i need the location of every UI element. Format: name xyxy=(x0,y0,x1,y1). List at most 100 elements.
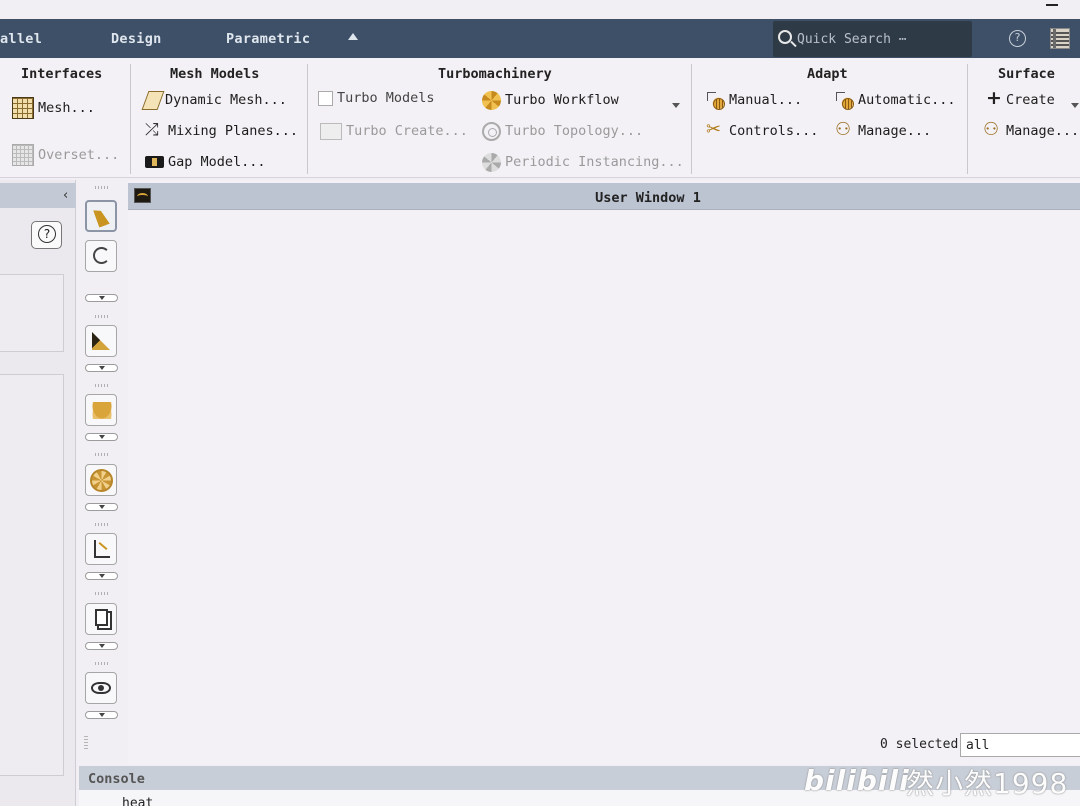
turbo-models-label: Turbo Models xyxy=(337,90,435,106)
dynamic-mesh-button[interactable]: Dynamic Mesh... xyxy=(141,89,287,111)
interfaces-mesh-button[interactable]: Mesh... xyxy=(12,97,95,119)
minimize-button[interactable] xyxy=(1046,4,1058,6)
mixing-planes-icon xyxy=(145,120,164,141)
interfaces-mesh-label: Mesh... xyxy=(38,100,95,116)
overset-button[interactable]: Overset... xyxy=(12,144,119,166)
overset-label: Overset... xyxy=(38,147,120,163)
turbo-topology-label: Turbo Topology... xyxy=(505,123,644,139)
adapt-manage-button[interactable]: Manage... xyxy=(835,119,932,142)
toolbar-grip[interactable] xyxy=(95,186,109,189)
ribbon-separator xyxy=(967,64,968,174)
adapt-automatic-button[interactable]: Automatic... xyxy=(835,89,956,111)
toolbar-expand-button[interactable] xyxy=(85,572,118,580)
rotate-tool-button[interactable] xyxy=(85,240,117,272)
graphics-window-title: User Window 1 xyxy=(595,190,701,206)
surface-manage-label: Manage... xyxy=(1006,123,1080,139)
adapt-controls-button[interactable]: Controls... xyxy=(706,119,819,142)
view-icon xyxy=(92,332,110,350)
menu-bar: allel Design Parametric Quick Search ⋯ ? xyxy=(0,19,1080,58)
eye-icon xyxy=(91,682,111,694)
turbo-create-button[interactable]: Turbo Create... xyxy=(320,120,468,142)
surface-create-button[interactable]: Create xyxy=(983,87,1055,111)
turbo-topology-button[interactable]: Turbo Topology... xyxy=(482,120,643,142)
visibility-tool-button[interactable] xyxy=(85,672,117,704)
toolbar-expand-button[interactable] xyxy=(85,294,118,302)
controls-icon xyxy=(706,119,725,141)
menu-parametric[interactable]: Parametric xyxy=(226,31,310,47)
axes-icon xyxy=(94,540,110,558)
turbo-workflow-button[interactable]: Turbo Workflow xyxy=(482,89,619,111)
toolbar-grip[interactable] xyxy=(95,662,109,665)
adapt-controls-label: Controls... xyxy=(729,123,819,139)
gap-model-icon xyxy=(145,156,164,168)
toolbar-grip[interactable] xyxy=(95,384,109,387)
graphics-window[interactable]: User Window 1 xyxy=(128,180,1080,764)
copy-tool-button[interactable] xyxy=(85,603,117,635)
toolbar-grip[interactable] xyxy=(95,315,109,318)
toolbar-expand-button[interactable] xyxy=(85,364,118,372)
lighting-icon xyxy=(92,402,112,419)
bilibili-logo: bilibili xyxy=(804,764,910,797)
manage-icon xyxy=(835,119,854,141)
mesh-models-group-title: Mesh Models xyxy=(170,66,260,82)
graphics-toolbar xyxy=(79,180,125,750)
ribbon-separator xyxy=(130,64,131,174)
adapt-automatic-label: Automatic... xyxy=(858,92,956,108)
quick-search-placeholder: Quick Search ⋯ xyxy=(797,32,907,47)
toolbar-grip[interactable] xyxy=(95,523,109,526)
video-watermark: bilibili 然小然1998 xyxy=(804,760,1080,806)
rotate-icon xyxy=(93,247,110,264)
toolbar-expand-button[interactable] xyxy=(85,711,118,719)
turbo-create-label: Turbo Create... xyxy=(346,123,468,139)
menu-parallel[interactable]: allel xyxy=(0,31,42,47)
selection-count: 0 selected xyxy=(880,737,959,752)
mesh-display-icon xyxy=(90,469,113,492)
mixing-planes-button[interactable]: Mixing Planes... xyxy=(145,120,298,142)
view-tool-button[interactable] xyxy=(85,325,117,357)
graphics-window-header: User Window 1 xyxy=(128,183,1080,210)
quick-search-input[interactable]: Quick Search ⋯ xyxy=(773,21,972,57)
toolbar-grip[interactable] xyxy=(95,592,109,595)
collapse-panel-icon[interactable]: ‹ xyxy=(63,188,68,203)
interfaces-group-title: Interfaces xyxy=(21,66,103,82)
layout-menu-icon[interactable] xyxy=(1050,28,1070,49)
mixing-planes-label: Mixing Planes... xyxy=(168,123,299,139)
search-icon xyxy=(778,30,792,44)
mesh-display-tool-button[interactable] xyxy=(85,464,117,496)
ribbon-separator xyxy=(691,64,692,174)
console-output[interactable]: heat xyxy=(122,796,153,806)
surface-group-title: Surface xyxy=(998,66,1055,82)
axes-tool-button[interactable] xyxy=(85,533,117,565)
pointer-icon xyxy=(93,206,110,228)
help-icon: ? xyxy=(38,225,56,243)
pointer-tool-button[interactable] xyxy=(85,200,117,232)
toolbar-expand-button[interactable] xyxy=(85,642,118,650)
turbo-workflow-dropdown-icon[interactable] xyxy=(672,103,680,108)
mesh-grid-icon xyxy=(12,97,34,119)
toolbar-expand-button[interactable] xyxy=(85,503,118,511)
adapt-automatic-icon xyxy=(835,90,854,110)
turbo-models-checkbox[interactable]: Turbo Models xyxy=(318,87,435,109)
adapt-manage-label: Manage... xyxy=(858,123,932,139)
surface-create-dropdown-icon[interactable] xyxy=(1071,103,1079,108)
turbo-workflow-label: Turbo Workflow xyxy=(505,92,619,108)
lighting-tool-button[interactable] xyxy=(85,394,117,426)
menu-design[interactable]: Design xyxy=(111,31,162,47)
gap-model-button[interactable]: Gap Model... xyxy=(145,151,266,173)
outline-panel: ‹ ? xyxy=(0,180,76,806)
periodic-instancing-button[interactable]: Periodic Instancing... xyxy=(482,151,684,173)
turbomachinery-group-title: Turbomachinery xyxy=(438,66,552,82)
toolbar-expand-button[interactable] xyxy=(85,433,118,441)
adapt-manual-button[interactable]: Manual... xyxy=(706,89,802,111)
selection-filter-field[interactable]: all xyxy=(960,733,1080,757)
panel-help-button[interactable]: ? xyxy=(31,221,62,249)
gap-model-label: Gap Model... xyxy=(168,154,266,170)
surface-manage-button[interactable]: Manage... xyxy=(983,119,1080,142)
toolbar-grip[interactable] xyxy=(95,453,109,456)
collapse-ribbon-caret-icon[interactable] xyxy=(348,33,358,40)
adapt-manual-icon xyxy=(706,90,725,110)
panel-resize-grip[interactable] xyxy=(84,735,88,749)
help-icon[interactable]: ? xyxy=(1009,30,1026,47)
periodic-instancing-label: Periodic Instancing... xyxy=(505,154,684,170)
dynamic-mesh-label: Dynamic Mesh... xyxy=(165,92,287,108)
